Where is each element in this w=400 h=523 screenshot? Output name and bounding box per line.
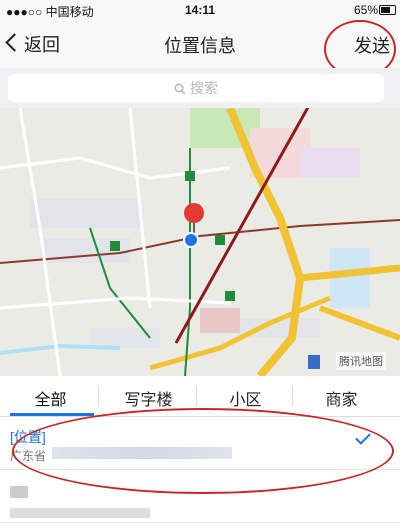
status-bar: ●●●○○ 中国移动 14:11 65% (0, 0, 400, 20)
map-attribution: 腾讯地图 (336, 352, 386, 370)
battery-icon (379, 5, 396, 15)
active-tab-indicator (10, 413, 94, 416)
tab-office[interactable]: 写字楼 (100, 386, 197, 410)
battery-percent: 65% (353, 3, 378, 17)
status-time: 14:11 (184, 3, 216, 17)
search-placeholder: 搜索 (190, 80, 218, 96)
map-canvas (0, 108, 400, 376)
search-icon (174, 83, 186, 95)
tab-divider (98, 386, 99, 406)
tab-business[interactable]: 商家 (293, 386, 390, 410)
search-input[interactable]: 搜索 (8, 74, 384, 102)
annotation-circle-location (12, 408, 394, 494)
search-bar: 搜索 (0, 68, 400, 108)
tab-all[interactable]: 全部 (2, 386, 99, 410)
tab-residential[interactable]: 小区 (197, 386, 294, 410)
map-view[interactable]: 腾讯地图 (0, 108, 400, 376)
blurred-name (10, 486, 28, 498)
blurred-address (10, 508, 150, 518)
